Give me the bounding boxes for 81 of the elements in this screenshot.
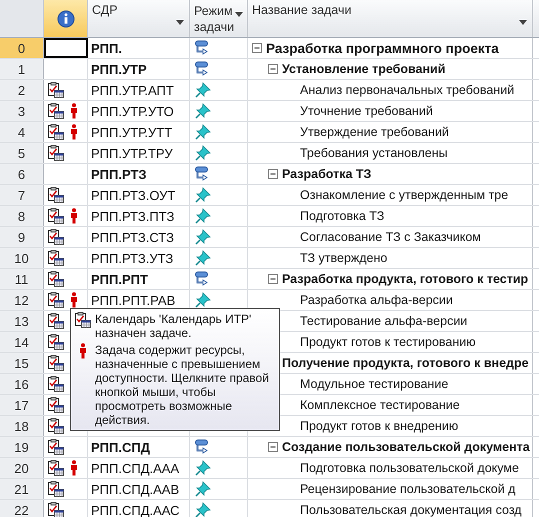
wbs-code: РПП.СПД.ААА xyxy=(91,460,180,476)
dropdown-arrow-icon xyxy=(235,12,243,17)
wbs-code: РПП.РТЗ xyxy=(91,166,147,182)
row-number[interactable]: 21 xyxy=(0,479,44,499)
wbs-code: РПП.СПД.ААВ xyxy=(91,482,180,496)
calendar-icon xyxy=(74,312,91,328)
collapse-icon[interactable] xyxy=(268,442,278,452)
task-name: Подготовка пользовательской докуме xyxy=(300,461,519,475)
dropdown-arrow-icon xyxy=(176,20,184,25)
tooltip-text: Календарь 'Календарь ИТР' назначен задаче. xyxy=(95,312,252,340)
task-name: Уточнение требований xyxy=(300,104,433,118)
wbs-code: РПП. xyxy=(91,40,122,56)
wbs-code: РПП.УТР.УТТ xyxy=(91,124,172,140)
wbs-code: РПП.РПТ xyxy=(91,272,148,286)
task-name: Подготовка ТЗ xyxy=(300,209,384,223)
dropdown-arrow-icon xyxy=(519,20,527,25)
task-name: Разработка ТЗ xyxy=(282,167,372,181)
task-name: Модульное тестирование xyxy=(300,377,448,391)
task-name: Получение продукта, готового к внедре xyxy=(282,356,529,370)
column-header[interactable] xyxy=(44,0,88,37)
task-name: Комплексное тестирование xyxy=(300,398,460,412)
row-number[interactable]: 11 xyxy=(0,269,44,289)
wbs-code: РПП.СПД.ААС xyxy=(91,502,180,517)
wbs-code: РПП.УТР xyxy=(91,62,147,76)
task-name: Требования установлены xyxy=(300,146,448,160)
row-number[interactable]: 18 xyxy=(0,416,44,436)
task-name: Продукт готов к тестированию xyxy=(300,335,476,349)
row-number[interactable]: 3 xyxy=(0,101,44,121)
row-number[interactable]: 14 xyxy=(0,332,44,352)
wbs-code: РПП.РТЗ.ОУТ xyxy=(91,188,176,202)
task-name: Разработка программного проекта xyxy=(266,40,499,56)
task-name: ТЗ утверждено xyxy=(300,251,388,265)
column-header[interactable]: Режим задачи xyxy=(190,0,248,37)
collapse-icon[interactable] xyxy=(252,43,262,53)
row-number[interactable]: 16 xyxy=(0,374,44,394)
row-number[interactable]: 1 xyxy=(0,59,44,79)
row-number[interactable]: 9 xyxy=(0,227,44,247)
person-icon xyxy=(78,343,86,359)
info-icon xyxy=(56,10,74,28)
task-name: Согласование ТЗ с Заказчиком xyxy=(300,230,481,244)
task-name: Пользовательская документация созд xyxy=(300,503,522,517)
task-name: Создание пользовательской документа xyxy=(282,440,530,454)
row-number[interactable]: 0 xyxy=(0,38,44,58)
row-number[interactable]: 15 xyxy=(0,353,44,373)
corner-header xyxy=(0,0,44,37)
collapse-icon[interactable] xyxy=(268,274,278,284)
row-number[interactable]: 17 xyxy=(0,395,44,415)
column-header[interactable]: Название задачи xyxy=(248,0,533,37)
collapse-icon[interactable] xyxy=(268,64,278,74)
task-name: Тестирование альфа-версии xyxy=(300,314,468,328)
row-number[interactable]: 13 xyxy=(0,311,44,331)
row-number[interactable]: 8 xyxy=(0,206,44,226)
row-number[interactable]: 19 xyxy=(0,437,44,457)
wbs-code: РПП.СПД xyxy=(91,440,150,454)
task-name: Продукт готов к внедрению xyxy=(300,419,458,433)
row-number[interactable]: 20 xyxy=(0,458,44,478)
row-number[interactable]: 5 xyxy=(0,143,44,163)
wbs-code: РПП.УТР.АПТ xyxy=(91,82,174,98)
row-number[interactable]: 2 xyxy=(0,80,44,100)
wbs-code: РПП.УТР.УТО xyxy=(91,104,174,118)
wbs-code: РПП.РТЗ.УТЗ xyxy=(91,250,174,266)
row-number[interactable]: 7 xyxy=(0,185,44,205)
wbs-code: РПП.РТЗ.ПТЗ xyxy=(91,208,174,224)
column-header[interactable]: СДР xyxy=(88,0,190,37)
task-name: Анализ первоначальных требований xyxy=(300,83,514,97)
task-name: Утверждение требований xyxy=(300,125,449,139)
task-name: Разработка альфа-версии xyxy=(300,293,453,307)
task-name: Разработка продукта, готового к тестир xyxy=(282,272,528,286)
collapse-icon[interactable] xyxy=(268,169,278,179)
row-number[interactable]: 6 xyxy=(0,164,44,184)
row-number[interactable]: 12 xyxy=(0,290,44,310)
row-number[interactable]: 22 xyxy=(0,500,44,517)
task-name: Установление требований xyxy=(282,62,446,76)
wbs-code: РПП.УТР.ТРУ xyxy=(91,146,173,160)
tooltip-text: Задача содержит ресурсы, назначенные с превышением доступности. Щелкните правой кнопкой мыши, чтобы просмотреть возможные действия. xyxy=(95,343,270,427)
task-name: Рецензирование пользовательской д xyxy=(300,482,516,496)
row-number[interactable]: 10 xyxy=(0,248,44,268)
wbs-code: РПП.РПТ.РАВ xyxy=(91,292,176,308)
task-name: Ознакомление с утвержденным тре xyxy=(300,188,508,202)
row-number[interactable]: 4 xyxy=(0,122,44,142)
wbs-code: РПП.РТЗ.СТЗ xyxy=(91,230,174,244)
